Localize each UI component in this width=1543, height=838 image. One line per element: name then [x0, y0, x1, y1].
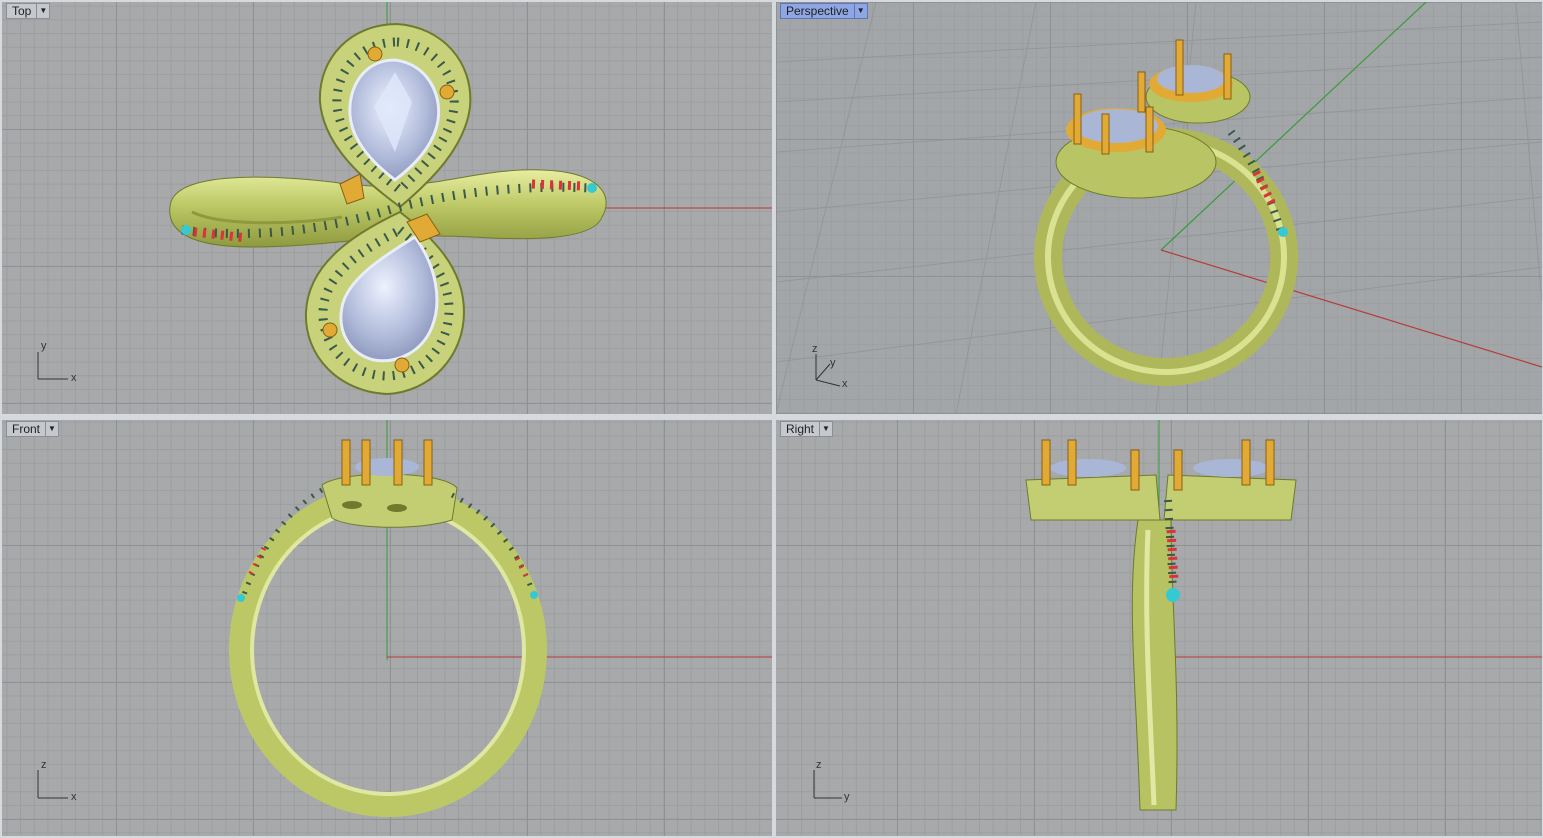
- viewport-name[interactable]: Front: [6, 421, 47, 437]
- svg-text:z: z: [41, 759, 47, 771]
- viewport-menu-icon[interactable]: ▼: [854, 3, 868, 19]
- axis-gizmo: z x: [37, 759, 77, 803]
- viewport-right[interactable]: Right ▼ z y: [776, 420, 1542, 836]
- svg-text:y: y: [844, 791, 850, 803]
- y-axis-line: [1160, 2, 1427, 251]
- viewport-top[interactable]: Top ▼ y x: [2, 2, 772, 414]
- viewport-title-right[interactable]: Right ▼: [780, 421, 834, 437]
- viewport-name[interactable]: Right: [780, 421, 821, 437]
- topaz: [1278, 227, 1288, 237]
- stone-right: [1193, 459, 1269, 477]
- topaz: [237, 594, 245, 602]
- prong: [367, 46, 383, 62]
- stone-left: [1050, 459, 1126, 477]
- gallery-hole: [387, 504, 407, 512]
- viewport-title-perspective[interactable]: Perspective ▼: [780, 3, 868, 19]
- svg-text:x: x: [71, 372, 77, 384]
- viewport-menu-icon[interactable]: ▼: [820, 421, 834, 437]
- ring-band: [229, 483, 547, 817]
- prong: [394, 357, 410, 373]
- prong: [322, 322, 338, 338]
- stone-left: [1074, 109, 1158, 143]
- top-view-scene: y x: [37, 2, 772, 396]
- viewport-perspective[interactable]: Perspective ▼ z y x: [776, 2, 1542, 414]
- svg-text:y: y: [830, 357, 836, 369]
- stone-right: [1157, 65, 1225, 93]
- prong: [439, 84, 455, 100]
- topaz: [1166, 588, 1180, 602]
- perspective-grid: [776, 2, 1542, 414]
- viewport-title-top[interactable]: Top ▼: [6, 3, 51, 19]
- gallery-hole: [342, 501, 362, 509]
- viewport-name[interactable]: Top: [6, 3, 38, 19]
- viewport-menu-icon[interactable]: ▼: [46, 421, 60, 437]
- axis-gizmo: y x: [37, 340, 77, 384]
- band-inner-edge: [250, 504, 526, 796]
- topaz-left: [181, 225, 191, 235]
- svg-text:x: x: [71, 791, 77, 803]
- svg-text:z: z: [816, 759, 822, 771]
- topaz-right: [587, 183, 597, 193]
- viewport-front[interactable]: Front ▼ z x: [2, 420, 772, 836]
- axis-gizmo: z y: [813, 759, 850, 803]
- svg-text:x: x: [842, 378, 848, 390]
- svg-text:z: z: [812, 343, 818, 355]
- topaz: [530, 591, 538, 599]
- head-right: [1163, 474, 1297, 521]
- viewport-title-front[interactable]: Front ▼: [6, 421, 60, 437]
- svg-text:y: y: [41, 340, 47, 352]
- perspective-scene: z y x: [776, 2, 1542, 414]
- viewport-menu-icon[interactable]: ▼: [37, 3, 51, 19]
- front-view-scene: z x: [37, 420, 772, 817]
- viewport-name[interactable]: Perspective: [780, 3, 855, 19]
- axis-gizmo: z y x: [812, 343, 848, 390]
- right-view-scene: z y: [813, 420, 1542, 811]
